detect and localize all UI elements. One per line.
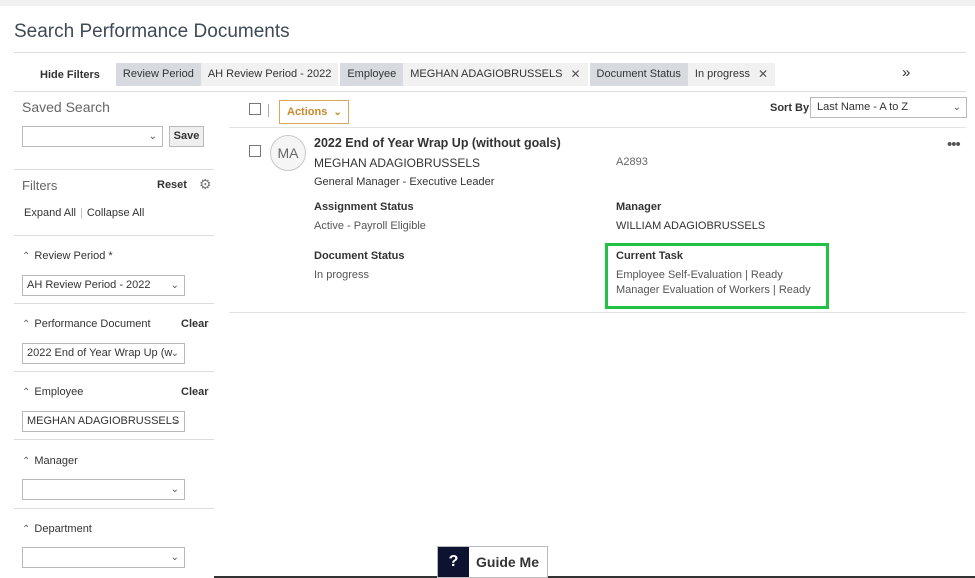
assignment-status-label: Assignment Status — [314, 201, 414, 213]
document-title-link[interactable]: 2022 End of Year Wrap Up (without goals) — [314, 136, 561, 150]
guide-me-button[interactable]: ? Guide Me — [437, 546, 549, 578]
sort-by-label: Sort By — [770, 102, 810, 114]
manager-value: WILLIAM ADAGIOBRUSSELS — [616, 220, 766, 232]
review-period-select[interactable]: AH Review Period - 2022 ⌄ — [22, 275, 185, 296]
employee-name: MEGHAN ADAGIOBRUSSELS — [314, 156, 481, 170]
filter-section-manager[interactable]: ⌃ Manager — [22, 455, 78, 467]
chevron-down-icon: ⌄ — [170, 484, 179, 495]
employee-select[interactable]: MEGHAN ADAGIOBRUSSELS ⌄ — [22, 411, 185, 432]
help-question-icon: ? — [438, 547, 469, 577]
expand-all-link[interactable]: Expand All — [24, 207, 76, 219]
collapse-all-link[interactable]: Collapse All — [87, 207, 144, 219]
filter-chip-value-text: In progress — [694, 68, 750, 80]
filter-chip-label-employee: Employee — [340, 63, 404, 86]
actions-button[interactable]: Actions ⌄ — [279, 100, 349, 124]
chevron-up-icon: ⌃ — [22, 456, 31, 467]
remove-employee-filter-close-icon[interactable]: ✕ — [570, 63, 580, 86]
performance-document-value: 2022 End of Year Wrap Up (w — [27, 347, 173, 359]
filter-chip-value-text: AH Review Period - 2022 — [207, 68, 332, 80]
save-button[interactable]: Save — [169, 126, 204, 147]
expand-collapse-links: Expand All | Collapse All — [24, 207, 144, 219]
employee-role: General Manager - Executive Leader — [314, 176, 495, 188]
filter-section-label: Department — [34, 523, 92, 535]
performance-document-select[interactable]: 2022 End of Year Wrap Up (w ⌄ — [22, 343, 185, 364]
filter-section-label: Employee — [34, 386, 84, 398]
gear-icon[interactable]: ⚙ — [199, 176, 212, 193]
guide-me-label: Guide Me — [476, 554, 540, 570]
select-all-checkbox[interactable] — [249, 103, 261, 115]
filter-chip-value-document-status: In progress ✕ — [687, 63, 776, 86]
review-period-value: AH Review Period - 2022 — [27, 279, 151, 291]
sidebar-divider — [14, 371, 214, 372]
clear-employee-link[interactable]: Clear — [181, 386, 209, 398]
chevron-up-icon: ⌃ — [22, 524, 31, 535]
filter-section-review-period[interactable]: ⌃ Review Period * — [22, 250, 113, 262]
page-title: Search Performance Documents — [14, 21, 290, 42]
sort-by-select[interactable]: Last Name - A to Z ⌄ — [810, 97, 967, 118]
more-filters-chevron-icon[interactable]: » — [902, 64, 910, 81]
more-options-icon[interactable]: ••• — [947, 136, 961, 153]
saved-search-select[interactable]: ⌄ — [22, 126, 163, 147]
sidebar-divider — [14, 439, 214, 440]
chevron-up-icon: ⌃ — [22, 387, 31, 398]
chevron-up-icon: ⌃ — [22, 319, 31, 330]
chevron-down-icon: ⌄ — [170, 348, 179, 359]
avatar: MA — [270, 135, 306, 171]
current-task-highlight-box — [605, 243, 829, 309]
filter-chip-value-review-period: AH Review Period - 2022 — [200, 63, 339, 86]
link-separator: | — [79, 207, 83, 219]
filter-section-label: Review Period * — [34, 250, 113, 262]
filter-section-employee[interactable]: ⌃ Employee — [22, 386, 83, 398]
sort-by-value: Last Name - A to Z — [817, 101, 909, 113]
hide-filters-link[interactable]: Hide Filters — [14, 69, 116, 81]
filter-section-department[interactable]: ⌃ Department — [22, 523, 92, 535]
results-divider — [229, 127, 966, 128]
filters-title: Filters — [22, 178, 58, 193]
row-divider — [229, 312, 966, 313]
filter-chip-value-employee: MEGHAN ADAGIOBRUSSELS ✕ — [403, 63, 588, 86]
assignment-status-value: Active - Payroll Eligible — [314, 220, 426, 232]
sidebar-divider — [14, 303, 214, 304]
filter-section-label: Manager — [34, 455, 78, 467]
saved-search-title: Saved Search — [22, 99, 110, 115]
top-strip — [0, 0, 975, 6]
chevron-down-icon: ⌄ — [170, 552, 179, 563]
chevron-down-icon: ⌄ — [333, 107, 342, 118]
result-row-checkbox[interactable] — [249, 145, 261, 157]
document-status-value: In progress — [314, 269, 370, 281]
employee-id: A2893 — [616, 156, 648, 168]
sidebar-divider — [14, 169, 214, 170]
actions-label: Actions — [287, 106, 328, 118]
filter-section-performance-document[interactable]: ⌃ Performance Document — [22, 318, 151, 330]
chevron-down-icon: ⌄ — [148, 131, 157, 142]
remove-document-status-filter-close-icon[interactable]: ✕ — [758, 63, 768, 86]
employee-value: MEGHAN ADAGIOBRUSSELS — [27, 415, 180, 427]
filter-chip-label-document-status: Document Status — [589, 63, 688, 86]
chevron-down-icon: ⌄ — [952, 102, 961, 113]
title-divider — [14, 52, 966, 53]
reset-filters-link[interactable]: Reset — [157, 179, 187, 191]
chevron-down-icon: ⌄ — [170, 280, 179, 291]
active-filters-bar: Hide Filters Review Period AH Review Per… — [14, 62, 776, 87]
manager-select[interactable]: ⌄ — [22, 479, 185, 500]
filter-chip-value-text: MEGHAN ADAGIOBRUSSELS — [410, 68, 563, 80]
filter-section-label: Performance Document — [34, 318, 151, 330]
department-select[interactable]: ⌄ — [22, 547, 185, 568]
manager-label: Manager — [616, 201, 662, 213]
filter-chip-label-review-period: Review Period — [115, 63, 201, 86]
chevron-down-icon: ⌄ — [170, 416, 179, 427]
sidebar-divider — [14, 508, 214, 509]
clear-performance-document-link[interactable]: Clear — [181, 318, 209, 330]
chevron-up-icon: ⌃ — [22, 251, 31, 262]
toolbar-separator — [268, 104, 269, 117]
filterbar-divider — [14, 91, 966, 92]
document-status-label: Document Status — [314, 250, 405, 262]
sidebar-divider — [14, 235, 214, 236]
